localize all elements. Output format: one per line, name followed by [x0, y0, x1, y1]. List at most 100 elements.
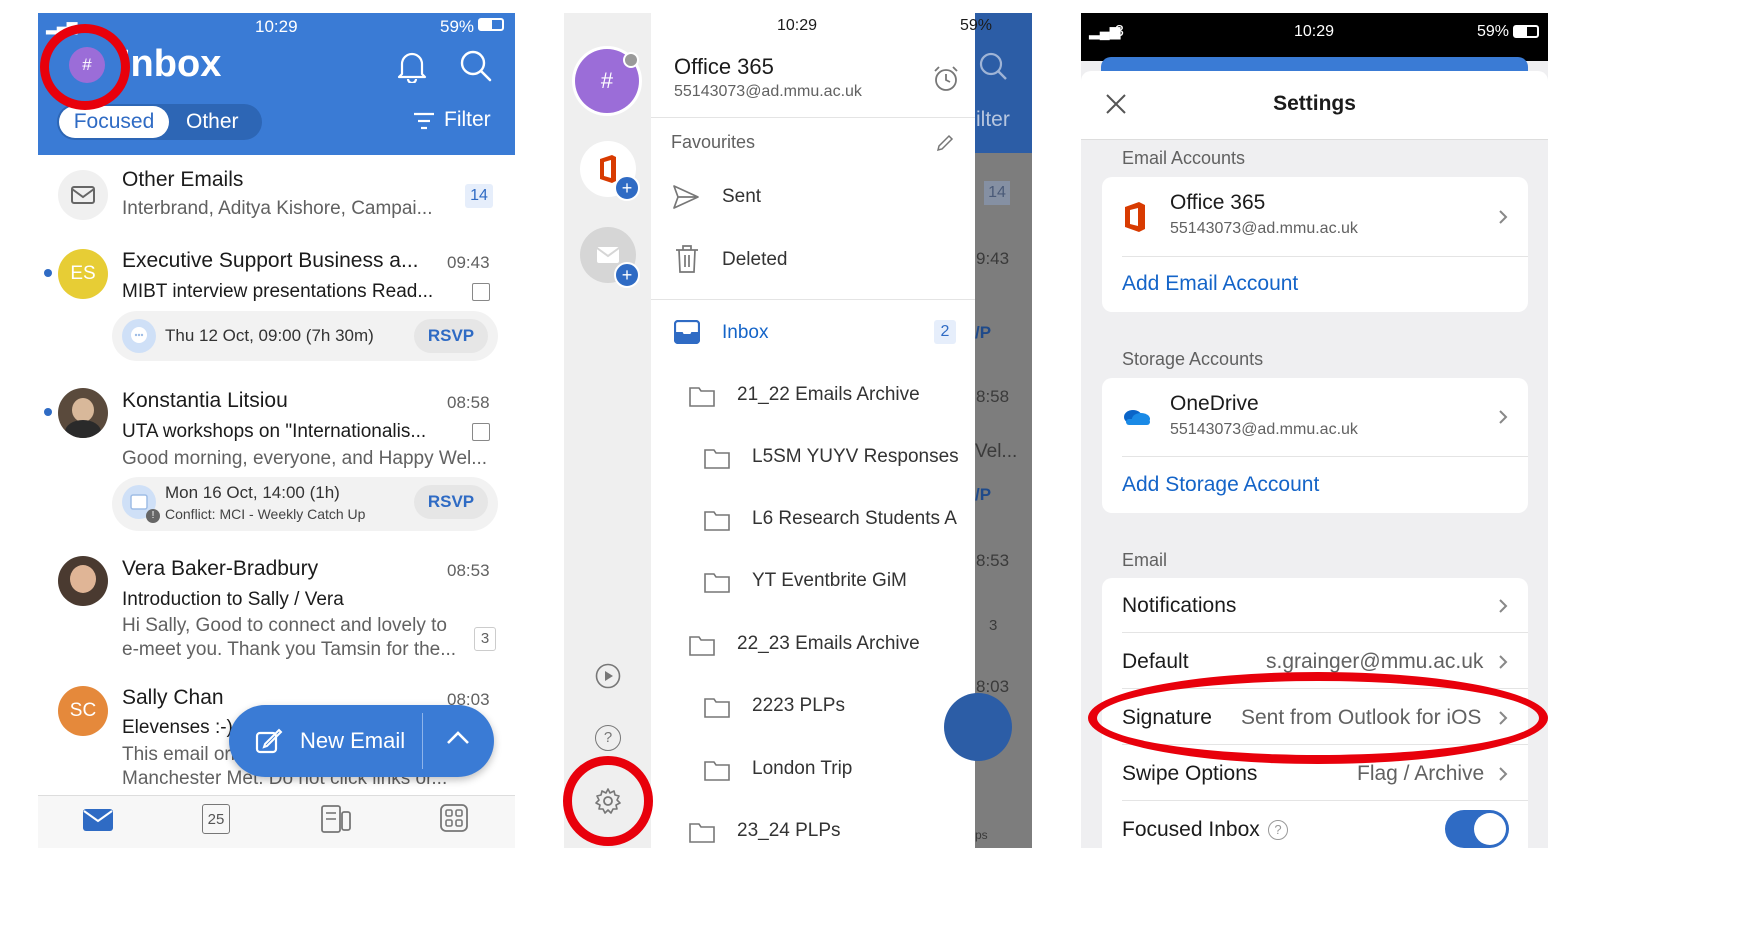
message-time: 09:43 — [447, 253, 490, 272]
folder-item[interactable]: L5SM YUYV Responses — [752, 446, 975, 468]
peek-text: 8:58 — [976, 387, 1010, 406]
message-time: 08:53 — [447, 561, 490, 580]
folder-item[interactable]: 23_24 PLPs — [737, 820, 841, 842]
peek-text: /P — [975, 323, 992, 342]
folder-item[interactable]: L6 Research Students A — [752, 508, 975, 530]
tab-feed[interactable] — [320, 804, 352, 834]
divider — [1122, 632, 1528, 633]
folder-icon — [704, 571, 730, 593]
message-preview: Hi Sally, Good to connect and lovely to — [122, 615, 447, 636]
search-icon[interactable] — [459, 49, 493, 83]
alarm-clock-icon[interactable] — [932, 65, 960, 93]
folder-item[interactable]: 21_22 Emails Archive — [737, 384, 920, 406]
storage-email: 55143073@ad.mmu.ac.uk — [1170, 421, 1358, 438]
status-battery: 59% — [960, 17, 993, 34]
tab-email[interactable] — [82, 808, 114, 832]
chevron-right-icon[interactable] — [1498, 654, 1508, 670]
bell-icon[interactable] — [396, 49, 428, 83]
divider — [1122, 256, 1528, 257]
fab-divider — [422, 713, 423, 769]
chevron-up-icon[interactable] — [446, 730, 470, 746]
folder-icon — [689, 385, 715, 407]
other-emails-title: Other Emails — [122, 168, 244, 191]
section-header: Email — [1122, 550, 1168, 570]
add-account-icon[interactable]: + — [614, 262, 640, 288]
settings-row-swipe-options[interactable]: Swipe Options — [1122, 762, 1257, 786]
trash-icon — [674, 244, 700, 274]
focused-inbox-toggle[interactable] — [1445, 810, 1509, 848]
status-time: 10:29 — [1294, 23, 1335, 40]
account-name[interactable]: Office 365 — [1170, 191, 1265, 215]
message-subject: Introduction to Sally / Vera — [122, 589, 344, 610]
avatar — [58, 556, 108, 606]
folder-sent[interactable]: Sent — [722, 186, 761, 208]
envelope-icon — [58, 170, 108, 220]
edit-pencil-icon[interactable] — [936, 134, 954, 152]
message-sender: Konstantia Litsiou — [122, 389, 288, 412]
folder-icon — [689, 821, 715, 843]
chevron-right-icon[interactable] — [1498, 598, 1508, 614]
annotation-circle — [563, 756, 653, 846]
rsvp-button[interactable]: RSVP — [414, 319, 488, 353]
annotation-ellipse — [1088, 672, 1548, 764]
tab-other[interactable]: Other — [186, 106, 239, 138]
filter-button[interactable]: Filter — [444, 108, 491, 132]
battery-icon — [478, 18, 504, 31]
peek-text: 8:53 — [976, 551, 1010, 570]
peek-fab — [944, 693, 1012, 761]
status-time: 10:29 — [777, 17, 818, 34]
peek-text: ps — [975, 828, 988, 842]
add-account-icon[interactable]: + — [614, 175, 640, 201]
peek-text: 14 — [984, 181, 1010, 205]
peek-text: 3 — [989, 617, 998, 634]
avatar: SC — [58, 686, 108, 736]
page-title: Inbox — [120, 43, 222, 85]
message-preview: Good morning, everyone, and Happy Wel... — [122, 448, 488, 469]
folder-item[interactable]: YT Eventbrite GiM — [752, 570, 907, 592]
divider — [1122, 800, 1528, 801]
chevron-right-icon[interactable] — [1498, 209, 1508, 225]
peek-text: Vel... — [975, 441, 1018, 462]
folder-icon — [704, 447, 730, 469]
tab-focused[interactable]: Focused — [59, 106, 169, 138]
play-icon[interactable] — [595, 663, 621, 689]
event-conflict: Conflict: MCI - Weekly Catch Up — [165, 506, 366, 522]
tab-calendar[interactable]: 25 — [202, 804, 230, 834]
section-header: Storage Accounts — [1122, 349, 1264, 369]
chevron-right-icon[interactable] — [1498, 409, 1508, 425]
search-icon — [978, 51, 1008, 81]
chevron-right-icon[interactable] — [1498, 766, 1508, 782]
folder-item[interactable]: 22_23 Emails Archive — [737, 633, 920, 655]
compose-icon — [255, 728, 283, 754]
filter-icon[interactable] — [413, 111, 435, 131]
status-battery: 59% — [440, 17, 475, 36]
help-icon[interactable]: ? — [1268, 820, 1288, 840]
status-dot — [623, 52, 639, 68]
settings-row-focused-inbox: Focused Inbox — [1122, 818, 1260, 841]
calendar-outline-icon — [472, 423, 490, 441]
tab-apps[interactable] — [440, 804, 468, 832]
folder-deleted[interactable]: Deleted — [722, 249, 788, 271]
settings-row-notifications[interactable]: Notifications — [1122, 594, 1236, 618]
status-battery: 59% — [1477, 23, 1510, 40]
unread-dot — [44, 408, 52, 416]
settings-row-default[interactable]: Default — [1122, 650, 1189, 674]
help-icon[interactable]: ? — [595, 725, 621, 751]
add-email-account-link[interactable]: Add Email Account — [1122, 272, 1298, 296]
add-storage-account-link[interactable]: Add Storage Account — [1122, 473, 1319, 497]
folder-item[interactable]: 2223 PLPs — [752, 695, 845, 717]
inbox-count: 2 — [934, 320, 956, 344]
peek-text: 9:43 — [976, 249, 1010, 268]
onedrive-icon — [1121, 407, 1151, 427]
other-emails-count: 14 — [465, 184, 493, 208]
default-value: s.grainger@mmu.ac.uk — [1266, 650, 1484, 673]
peek-text: /P — [975, 485, 992, 504]
message-subject: UTA workshops on "Internationalis... — [122, 421, 427, 442]
folder-inbox[interactable]: Inbox — [722, 322, 768, 344]
storage-name[interactable]: OneDrive — [1170, 392, 1259, 416]
folder-drawer-screen: ilter 14 9:43 /P 8:58 Vel... /P 8:53 3 8… — [564, 13, 1032, 848]
rsvp-button[interactable]: RSVP — [414, 485, 488, 519]
status-carrier: 3 — [1115, 23, 1124, 40]
battery-icon — [1513, 25, 1539, 38]
folder-item[interactable]: London Trip — [752, 758, 852, 780]
